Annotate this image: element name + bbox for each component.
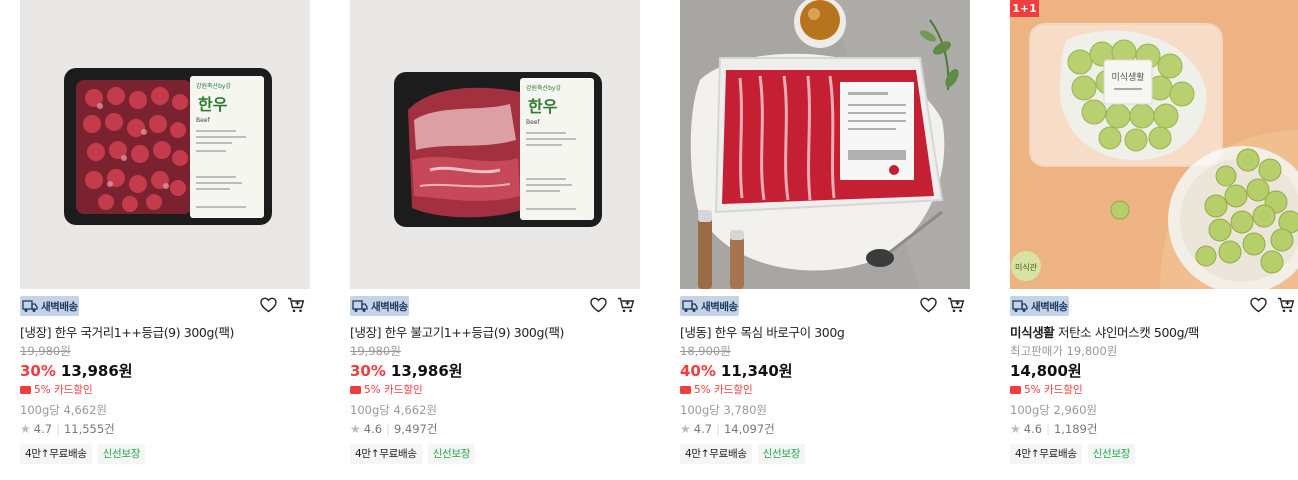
product-name[interactable]: 미식생활 저탄소 샤인머스캣 500g/팩 <box>1010 323 1298 343</box>
cart-icon[interactable] <box>1277 297 1295 313</box>
star-icon: ★ <box>20 422 31 436</box>
heart-icon[interactable] <box>590 297 607 313</box>
one-plus-one-badge: 1+1 <box>1010 0 1039 17</box>
product-card[interactable]: 새벽배송 [냉동] 한우 목심 바로구이 300g 18,900원 40% 11,… <box>680 0 970 464</box>
freshness-tag: 신선보장 <box>757 444 806 464</box>
review-count: 9,497건 <box>393 422 438 436</box>
heart-icon[interactable] <box>260 297 277 313</box>
dawn-delivery-badge: 새벽배송 <box>1010 296 1069 316</box>
sale-price: 30% 13,986원 <box>20 360 310 382</box>
unit-price: 100g당 2,960원 <box>1010 403 1097 417</box>
truck-icon <box>22 300 38 312</box>
card-icon <box>350 386 361 394</box>
card-icon <box>20 386 31 394</box>
sale-price: 40% 11,340원 <box>680 360 970 382</box>
star-icon: ★ <box>1010 422 1021 436</box>
brand-name: 미식생활 <box>1010 325 1055 340</box>
review-count: 11,555건 <box>63 422 115 436</box>
rating: ★ 4.7 | 11,555건 <box>20 422 115 436</box>
package-brand-text: 한우 <box>528 97 558 116</box>
free-shipping-tag: 4만↑무료배송 <box>350 444 422 464</box>
unit-price: 100g당 4,662원 <box>20 403 107 417</box>
reference-price: 최고판매가 19,800원 <box>1010 344 1118 358</box>
discount-rate: 30% <box>350 362 386 380</box>
product-image[interactable]: 강원축산by강 한우 Beef <box>350 0 640 289</box>
package-sub-text: Beef <box>526 119 540 126</box>
cart-icon[interactable] <box>287 297 305 313</box>
sale-price: 30% 13,986원 <box>350 360 640 382</box>
heart-icon[interactable] <box>1250 297 1267 313</box>
truck-icon <box>352 300 368 312</box>
freshness-tag: 신선보장 <box>97 444 146 464</box>
discount-rate: 30% <box>20 362 56 380</box>
product-card[interactable]: 강원축산by강 한우 Beef 새벽배송 [냉장] 한우 국거리1++등급(9)… <box>20 0 310 464</box>
rating-value: 4.7 <box>33 422 53 436</box>
package-brand-text: 한우 <box>198 95 228 114</box>
dawn-delivery-badge: 새벽배송 <box>350 296 409 316</box>
price-value: 11,340원 <box>720 362 793 380</box>
product-name[interactable]: [냉장] 한우 불고기1++등급(9) 300g(팩) <box>350 323 640 343</box>
svg-text:강원축산by강: 강원축산by강 <box>526 84 561 92</box>
rating: ★ 4.6 | 1,189건 <box>1010 422 1098 436</box>
product-image[interactable]: 미식생활 미식관 1+1 <box>1010 0 1298 289</box>
sale-price: 14,800원 <box>1010 360 1298 382</box>
review-count: 14,097건 <box>723 422 775 436</box>
product-name[interactable]: [냉장] 한우 국거리1++등급(9) 300g(팩) <box>20 323 310 343</box>
product-image[interactable]: 강원축산by강 한우 Beef <box>20 0 310 289</box>
truck-icon <box>682 300 698 312</box>
free-shipping-tag: 4만↑무료배송 <box>1010 444 1082 464</box>
dawn-delivery-label: 새벽배송 <box>701 300 738 313</box>
rating-value: 4.6 <box>1023 422 1043 436</box>
product-card[interactable]: 미식생활 미식관 1+1 새벽배송 미식생활 저탄소 샤인머스캣 500g/팩 … <box>1010 0 1298 464</box>
svg-text:강원축산by강: 강원축산by강 <box>196 82 231 90</box>
dawn-delivery-label: 새벽배송 <box>371 300 408 313</box>
product-image[interactable] <box>680 0 970 289</box>
rating: ★ 4.7 | 14,097건 <box>680 422 775 436</box>
cart-icon[interactable] <box>617 297 635 313</box>
discount-rate: 40% <box>680 362 716 380</box>
star-icon: ★ <box>350 422 361 436</box>
unit-price: 100g당 3,780원 <box>680 403 767 417</box>
rating-value: 4.6 <box>363 422 383 436</box>
card-discount: 5% 카드할인 <box>20 382 310 398</box>
unit-price: 100g당 4,662원 <box>350 403 437 417</box>
rating: ★ 4.6 | 9,497건 <box>350 422 438 436</box>
dawn-delivery-label: 새벽배송 <box>1031 300 1068 313</box>
review-count: 1,189건 <box>1053 422 1098 436</box>
rating-value: 4.7 <box>693 422 713 436</box>
package-sub-text: Beef <box>196 117 210 124</box>
package-label-text: 미식생활 <box>1111 71 1144 83</box>
star-icon: ★ <box>680 422 691 436</box>
card-discount: 5% 카드할인 <box>350 382 640 398</box>
free-shipping-tag: 4만↑무료배송 <box>20 444 92 464</box>
card-discount: 5% 카드할인 <box>1010 382 1298 398</box>
original-price: 19,980원 <box>350 344 401 358</box>
price-value: 14,800원 <box>1010 362 1082 380</box>
original-price: 18,900원 <box>680 344 731 358</box>
dawn-delivery-badge: 새벽배송 <box>20 296 79 316</box>
truck-icon <box>1012 300 1028 312</box>
cart-icon[interactable] <box>947 297 965 313</box>
card-discount: 5% 카드할인 <box>680 382 970 398</box>
card-icon <box>680 386 691 394</box>
freshness-tag: 신선보장 <box>427 444 476 464</box>
price-value: 13,986원 <box>390 362 463 380</box>
freshness-tag: 신선보장 <box>1087 444 1136 464</box>
image-stamp-text: 미식관 <box>1015 262 1038 272</box>
price-value: 13,986원 <box>60 362 133 380</box>
dawn-delivery-label: 새벽배송 <box>41 300 78 313</box>
heart-icon[interactable] <box>920 297 937 313</box>
product-card[interactable]: 강원축산by강 한우 Beef 새벽배송 [냉장] 한우 불고기1++등급(9)… <box>350 0 640 464</box>
product-name[interactable]: [냉동] 한우 목심 바로구이 300g <box>680 323 970 343</box>
free-shipping-tag: 4만↑무료배송 <box>680 444 752 464</box>
card-icon <box>1010 386 1021 394</box>
dawn-delivery-badge: 새벽배송 <box>680 296 739 316</box>
original-price: 19,980원 <box>20 344 71 358</box>
